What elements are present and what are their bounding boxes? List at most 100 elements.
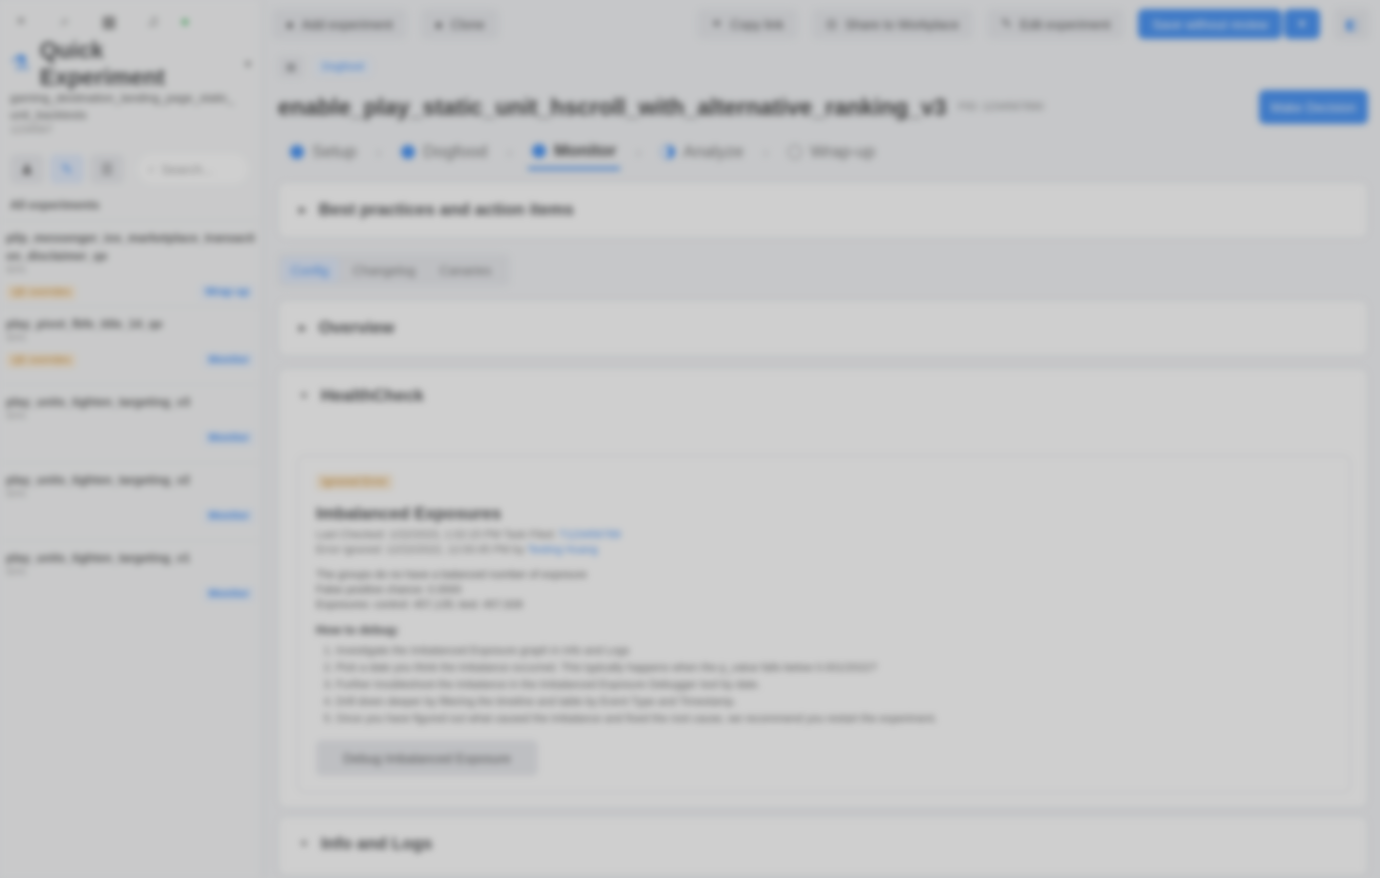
fid-label: FID: 1234567890 [958,101,1044,113]
stage-badge[interactable]: Monitor [202,430,255,446]
caret-down-icon: ▼ [299,838,309,850]
panel-toggle-button[interactable]: ◧ [1334,8,1370,40]
experiment-allocation: 50% [6,567,27,578]
stage-chip[interactable]: Dogfood [314,58,372,76]
edit-experiment-button[interactable]: ✎ Edit experiment [987,9,1125,39]
chevron-right-icon: › [507,144,513,160]
status-dot [182,19,188,25]
title-row: enable_play_static_unit_hscroll_with_alt… [262,78,1380,130]
experiment-allocation: 50% [6,411,27,422]
save-without-review-button[interactable]: Save without review [1138,9,1282,39]
list-item: Pick a date you think the imbalance occu… [336,660,1332,677]
list-item[interactable]: pl/p_messenger_ios_marketplace_transacti… [0,220,261,306]
stage-label: Monitor [554,140,617,160]
clone-button[interactable]: ● Clone [420,9,499,39]
stage-badge[interactable]: Wrap up [199,284,255,300]
list-item: Investigate the Imbalanced Exposure grap… [336,643,1332,660]
app-title[interactable]: ⚗ Quick Experiment ▾ [0,37,261,90]
filter-row: ♟ ✎ ☰ ⌕ Search... [0,136,261,190]
add-experiment-label: Add experiment [301,16,393,32]
stage-badge[interactable]: Monitor [202,508,255,524]
tab-canaries[interactable]: Canaries [429,257,501,283]
copy-link-button[interactable]: ⚭ Copy link [697,9,798,39]
healthcheck-section: ▼ HealthCheck Ignored Error Imbalanced Ex… [278,368,1368,808]
tab-bar: Config Changelog Canaries [278,254,510,286]
app-title-text: Quick Experiment [39,37,165,90]
current-experiment-name: gaming_destination_landing_page_static_u… [10,91,235,122]
chevron-right-icon: › [636,144,642,160]
section-title: Overview [318,318,395,337]
share-icon: ◎ [825,16,838,31]
section-title: Info and Logs [320,834,433,853]
info-logs-section[interactable]: ▼ Info and Logs [278,816,1368,876]
overview-section[interactable]: ▶ Overview [278,300,1368,356]
link-icon: ⚭ [711,16,723,31]
add-experiment-button[interactable]: ● Add experiment [272,9,407,39]
stage-setup[interactable]: Setup [286,136,360,168]
search-placeholder: Search... [161,161,214,177]
stage-badge[interactable]: Monitor [202,586,255,602]
close-icon[interactable]: × [12,13,30,31]
alert-title: Imbalanced Exposures [316,504,502,523]
share-label: Share to Workplace [845,16,960,32]
grid-icon[interactable]: ▦ [100,13,118,31]
last-checked-line: Last Checked: 1/22/2023, 1:02:15 PM Task… [316,528,1332,543]
list-item[interactable]: play_pivot_fbfe_title_14_qe 50% QE overrid… [0,306,261,384]
complete-icon [290,145,304,159]
stage-label: Analyze [683,142,744,161]
alert-desc-line: The groups do no have a balanced number … [316,569,587,581]
howto-heading: How to debug: [316,623,400,637]
experiment-list: pl/p_messenger_ios_marketplace_transacti… [0,220,261,618]
edit-label: Edit experiment [1020,16,1111,32]
section-title: HealthCheck [320,386,424,405]
list-item: Drill down deeper by filtering the timel… [336,694,1332,711]
panel-icon: ◧ [1345,15,1359,32]
stage-analyze[interactable]: Analyze [657,136,747,168]
list-item-footer: Monitor [6,508,255,524]
status-badge: Ignored Error [316,474,393,490]
healthcheck-header[interactable]: ▼ HealthCheck [279,369,1367,423]
alert-meta: Last Checked: 1/22/2023, 1:02:15 PM Task… [316,528,1332,558]
chevron-down-icon: ▾ [244,57,251,71]
save-split-button: Save without review ▾ [1138,9,1320,39]
make-decision-button[interactable]: Make Decision [1258,90,1368,124]
alert-description: The groups do no have a balanced number … [316,568,1332,613]
alert-desc-line: False positive chance: 0.0000 [316,584,462,596]
search-icon[interactable]: ⌕ [56,13,74,31]
search-input[interactable]: ⌕ Search... [138,154,248,184]
main-content: ● Add experiment ● Clone ⚭ Copy link ◎ Share… [262,0,1380,878]
tab-config[interactable]: Config [281,257,339,283]
list-item[interactable]: play_units_tighten_targeting_v3 50% Monito… [0,384,261,462]
task-link[interactable]: T123456789 [559,529,621,541]
ignored-line: Error ignored: 12/22/2022, 12:00:45 PM b… [316,543,1332,558]
user-link[interactable]: Testing Huang [527,544,597,556]
stage-monitor[interactable]: Monitor [528,135,621,170]
copy-link-label: Copy link [730,16,784,32]
tab-changelog[interactable]: Changelog [343,257,426,283]
health-alert-card: Ignored Error Imbalanced Exposures Last … [297,455,1351,793]
debug-steps: Investigate the Imbalanced Exposure grap… [336,643,1332,728]
stage-dogfood[interactable]: Dogfood [397,136,491,168]
experiment-allocation: 50% [6,265,27,276]
list-item[interactable]: play_units_tighten_targeting_v2 50% Monito… [0,462,261,540]
override-badge: QE overrides [6,352,77,368]
stage-wrap-up[interactable]: Wrap-up [784,136,879,168]
list-item[interactable]: play_units_tighten_targeting_v1 50% Monito… [0,540,261,618]
stage-label: Setup [312,142,357,161]
stage-label: Dogfood [423,142,488,161]
list-filter-button[interactable]: ☰ [90,154,124,184]
person-filter-button[interactable]: ♟ [10,154,44,184]
toolbar: ● Add experiment ● Clone ⚭ Copy link ◎ Share… [262,0,1380,48]
save-options-button[interactable]: ▾ [1284,9,1320,39]
debug-imbalanced-exposure-button[interactable]: Debug Imbalanced Exposure [316,740,538,776]
stage-stepper: Setup › Dogfood › Monitor › Analyze › Wr… [262,130,1380,174]
share-workplace-button[interactable]: ◎ Share to Workplace [811,9,974,39]
best-practices-section[interactable]: ▶ Best practices and action items [278,182,1368,238]
section-title: Best practices and action items [318,200,574,219]
flask-icon: ⚗ [10,51,30,76]
override-badge: QE overrides [6,284,77,300]
chevron-right-icon: › [763,144,769,160]
stage-badge[interactable]: Monitor [202,352,255,368]
pin-filter-button[interactable]: ✎ [50,154,84,184]
bell-icon[interactable]: ♫ [144,13,162,31]
